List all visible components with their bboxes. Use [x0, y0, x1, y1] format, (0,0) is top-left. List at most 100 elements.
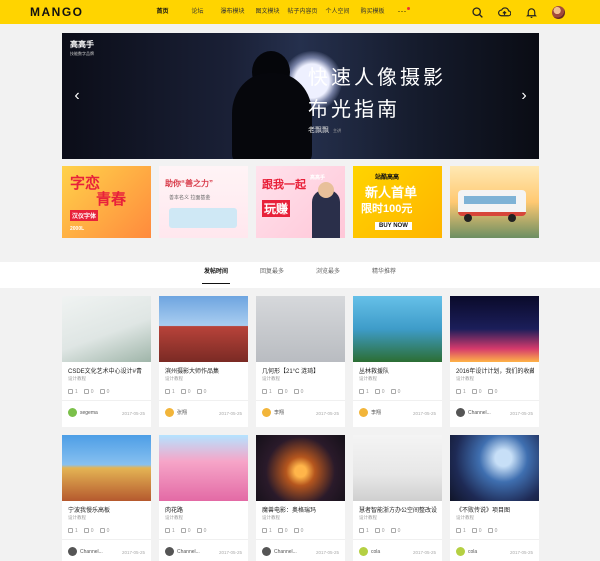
author-avatar[interactable] — [456, 547, 465, 556]
nav-item-post-page[interactable]: 帖子内容页 — [285, 0, 320, 24]
post-card[interactable]: 滨州摄影大师作品集 设计教程 1 0 0 张翔 2017-05-25 — [159, 296, 248, 427]
author-avatar[interactable] — [165, 547, 174, 556]
post-card[interactable]: 肉花路 设计教程 1 0 0 Channel... 2017-05-25 — [159, 435, 248, 561]
author-name[interactable]: 李翔 — [371, 409, 381, 416]
post-card-image[interactable] — [353, 435, 442, 501]
post-card-author[interactable]: Channel... — [165, 547, 200, 556]
promo-thumb-1[interactable]: 字恋 青春 汉仪字体 2000L — [62, 166, 151, 238]
post-card-title[interactable]: CSDE文化艺术中心设计#青 — [68, 366, 146, 375]
post-card-category[interactable]: 设计教程 — [262, 515, 280, 521]
post-card-image[interactable] — [353, 296, 442, 362]
tab-most-replies[interactable]: 回复最多 — [258, 262, 286, 288]
post-card-title[interactable]: 滨州摄影大师作品集 — [165, 366, 243, 375]
post-card-category[interactable]: 设计教程 — [165, 515, 183, 521]
author-name[interactable]: Channel... — [177, 549, 200, 555]
post-card-author[interactable]: Channel... — [456, 408, 491, 417]
tab-post-time[interactable]: 发帖时间 — [201, 262, 230, 288]
post-card-title[interactable]: 宁波我慢乐高板 — [68, 505, 146, 514]
post-card[interactable]: 宁波我慢乐高板 设计教程 1 0 0 Channel... 2017-05-25 — [62, 435, 151, 561]
post-card-image[interactable] — [62, 296, 151, 362]
post-card-author[interactable]: segema — [68, 408, 98, 417]
post-card[interactable]: 魔兽电影：奥格瑞玛 设计教程 1 0 0 Channel... 2017-05-25 — [256, 435, 345, 561]
nav-item-buy-template[interactable]: 购买模板 — [355, 0, 390, 24]
post-card-image[interactable] — [256, 296, 345, 362]
author-avatar[interactable] — [262, 408, 271, 417]
post-card-category[interactable]: 设计教程 — [456, 376, 474, 382]
hero-next-arrow[interactable]: › — [517, 87, 531, 105]
author-avatar[interactable] — [359, 547, 368, 556]
post-card-title[interactable]: 2016年设计计划，我们的收藏 — [456, 366, 534, 375]
post-card-image[interactable] — [450, 296, 539, 362]
post-card-category[interactable]: 设计教程 — [262, 376, 280, 382]
nav-item-home[interactable]: 首页 — [145, 0, 180, 24]
post-card-image[interactable] — [256, 435, 345, 501]
post-card[interactable]: 《不败传说》项目图 设计教程 1 0 0 cola 2017-05-25 — [450, 435, 539, 561]
author-avatar[interactable] — [262, 547, 271, 556]
author-avatar[interactable] — [68, 408, 77, 417]
post-card-title[interactable]: 肉花路 — [165, 505, 243, 514]
post-card-title[interactable]: 慧者智能浙方办公空间整改设 — [359, 505, 437, 514]
views-stat: 1 — [262, 389, 272, 395]
post-card-image[interactable] — [159, 435, 248, 501]
post-card[interactable]: CSDE文化艺术中心设计#青 设计教程 1 0 0 segema 2017-05-25 — [62, 296, 151, 427]
nav-item-personal-space[interactable]: 个人空间 — [320, 0, 355, 24]
post-card-image[interactable] — [450, 435, 539, 501]
tab-most-views[interactable]: 浏览最多 — [314, 262, 342, 288]
nav-item-image-text[interactable]: 图文模块 — [250, 0, 285, 24]
upload-icon[interactable] — [498, 6, 511, 19]
post-card-author[interactable]: 张翔 — [165, 408, 187, 417]
search-icon[interactable] — [471, 6, 484, 19]
post-card-image[interactable] — [159, 296, 248, 362]
promo-2-card — [169, 208, 237, 228]
eye-icon — [456, 389, 461, 395]
post-card-author[interactable]: cola — [456, 547, 477, 556]
post-card-category[interactable]: 设计教程 — [359, 376, 377, 382]
author-name[interactable]: Channel... — [80, 549, 103, 555]
post-card[interactable]: 2016年设计计划，我们的收藏 设计教程 1 0 0 Channel... 2017-05-… — [450, 296, 539, 427]
author-avatar[interactable] — [68, 547, 77, 556]
site-logo[interactable]: MANGO — [30, 5, 84, 19]
post-card-author[interactable]: 李翔 — [359, 408, 381, 417]
user-avatar[interactable] — [552, 5, 565, 19]
hero-prev-arrow[interactable]: ‹ — [70, 87, 84, 105]
promo-thumb-5[interactable] — [450, 166, 539, 238]
author-name[interactable]: cola — [371, 549, 380, 555]
views-count: 1 — [172, 528, 175, 534]
nav-more-button[interactable]: ··· — [390, 0, 414, 24]
post-card-author[interactable]: 李翔 — [262, 408, 284, 417]
author-avatar[interactable] — [165, 408, 174, 417]
post-card-author[interactable]: cola — [359, 547, 380, 556]
post-card[interactable]: 几何形【21°C 涟琦】 设计教程 1 0 0 李翔 2017-05-25 — [256, 296, 345, 427]
post-card-title[interactable]: 几何形【21°C 涟琦】 — [262, 366, 340, 375]
post-card-category[interactable]: 设计教程 — [165, 376, 183, 382]
post-card[interactable]: 慧者智能浙方办公空间整改设 设计教程 1 0 0 cola 2017-05-25 — [353, 435, 442, 561]
post-card-image[interactable] — [62, 435, 151, 501]
comment-icon — [471, 389, 477, 395]
post-card-title[interactable]: 魔兽电影：奥格瑞玛 — [262, 505, 340, 514]
post-card-category[interactable]: 设计教程 — [359, 515, 377, 521]
author-name[interactable]: Channel... — [468, 410, 491, 416]
author-avatar[interactable] — [456, 408, 465, 417]
post-card-category[interactable]: 设计教程 — [456, 515, 474, 521]
post-card-category[interactable]: 设计教程 — [68, 515, 86, 521]
nav-item-forum[interactable]: 论坛 — [180, 0, 215, 24]
promo-thumb-4[interactable]: 站酷高高 新人首单 限时100元 BUY NOW — [353, 166, 442, 238]
author-name[interactable]: segema — [80, 410, 98, 416]
post-card[interactable]: 丛林救援队 设计教程 1 0 0 李翔 2017-05-25 — [353, 296, 442, 427]
post-card-title[interactable]: 《不败传说》项目图 — [456, 505, 534, 514]
author-name[interactable]: 张翔 — [177, 409, 187, 416]
post-card-title[interactable]: 丛林救援队 — [359, 366, 437, 375]
author-name[interactable]: cola — [468, 549, 477, 555]
author-avatar[interactable] — [359, 408, 368, 417]
hero-slider[interactable]: 高高手 技能数字品牌 快速人像摄影 布光指南 老飘飘 主讲 ‹ › — [62, 33, 539, 159]
bell-icon[interactable] — [525, 6, 538, 19]
post-card-category[interactable]: 设计教程 — [68, 376, 86, 382]
nav-item-waterfall[interactable]: 瀑布模块 — [215, 0, 250, 24]
post-card-author[interactable]: Channel... — [68, 547, 103, 556]
author-name[interactable]: 李翔 — [274, 409, 284, 416]
promo-thumb-2[interactable]: 助你“善之力” 善本名义 拉面基金 — [159, 166, 248, 238]
author-name[interactable]: Channel... — [274, 549, 297, 555]
promo-thumb-3[interactable]: 跟我一起 玩赚 高高手 — [256, 166, 345, 238]
post-card-author[interactable]: Channel... — [262, 547, 297, 556]
tab-featured[interactable]: 精华推荐 — [370, 262, 398, 288]
